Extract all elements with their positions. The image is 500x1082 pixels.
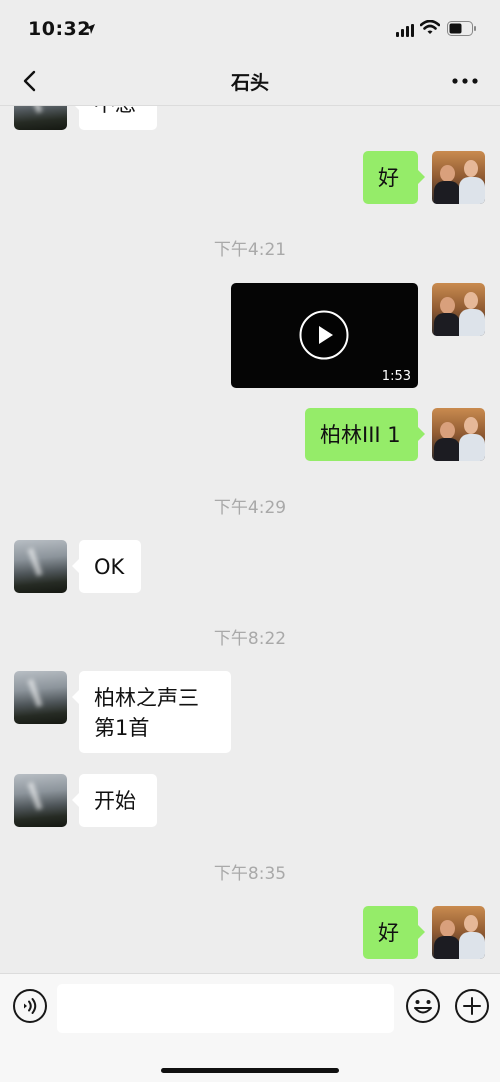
contact-avatar[interactable] [14, 671, 67, 724]
timestamp: 下午4:21 [213, 240, 287, 260]
message-text: OK [94, 554, 125, 579]
more-icon [452, 78, 478, 84]
message-input[interactable] [57, 984, 394, 1033]
more-options-button[interactable] [448, 66, 482, 96]
chat-title: 石头 [230, 72, 269, 94]
nav-bar: 石头 [0, 56, 500, 106]
emoji-button[interactable] [405, 988, 441, 1028]
message-bubble-sent[interactable]: 柏林III 1 [305, 408, 425, 461]
chat-messages[interactable]: 不急 好 下午4:21 1:53 柏林III 1 下午4:29 OK 下午8:2… [0, 0, 500, 973]
play-icon[interactable] [299, 310, 349, 364]
message-text-line: 柏林之声三 [94, 686, 199, 710]
message-bubble-received[interactable]: OK [72, 540, 141, 593]
timestamp: 下午4:29 [213, 498, 287, 518]
video-message[interactable]: 1:53 [231, 283, 418, 388]
message-text: 开始 [94, 788, 136, 813]
contact-avatar[interactable] [14, 774, 67, 827]
emoji-icon [406, 989, 440, 1023]
home-indicator [161, 1068, 339, 1073]
voice-input-button[interactable] [12, 988, 48, 1028]
message-bubble-received[interactable]: 开始 [72, 774, 157, 827]
video-duration: 1:53 [381, 369, 411, 384]
timestamp: 下午8:22 [213, 629, 287, 649]
message-bubble-sent[interactable]: 好 [363, 151, 425, 204]
my-avatar[interactable] [432, 408, 485, 461]
message-text: 柏林III 1 [320, 422, 401, 447]
my-avatar[interactable] [432, 283, 485, 336]
plus-icon [455, 989, 489, 1023]
timestamp: 下午8:35 [213, 864, 287, 884]
message-text: 好 [378, 165, 399, 190]
voice-icon [13, 989, 47, 1023]
message-bubble-received[interactable]: 柏林之声三 第1首 [72, 671, 231, 753]
my-avatar[interactable] [432, 151, 485, 204]
contact-avatar[interactable] [14, 540, 67, 593]
message-text: 好 [378, 920, 399, 945]
input-bar [0, 973, 500, 1082]
my-avatar[interactable] [432, 906, 485, 959]
message-text-line: 第1首 [94, 716, 150, 740]
more-functions-button[interactable] [454, 988, 490, 1028]
message-bubble-sent[interactable]: 好 [363, 906, 425, 959]
